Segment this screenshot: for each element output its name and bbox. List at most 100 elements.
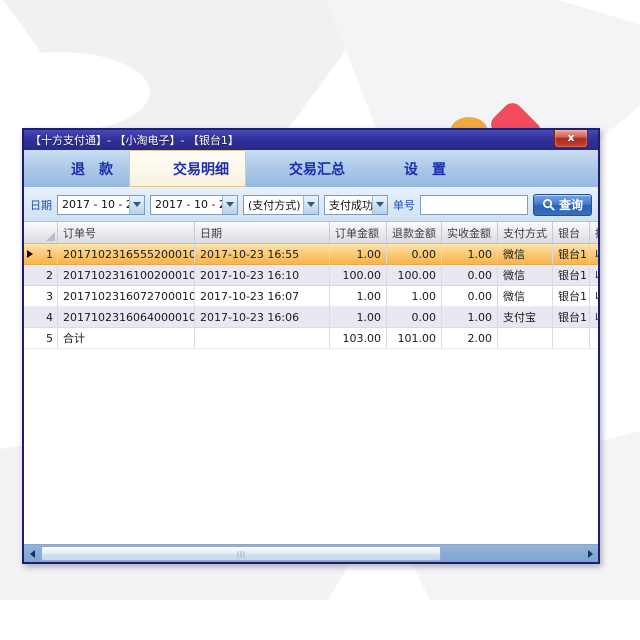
table-cell	[195, 328, 330, 349]
cell-text: 2.00	[468, 332, 493, 345]
table-cell: 1.00	[442, 244, 498, 265]
scrollbar-grip-icon	[238, 551, 245, 558]
payment-method-select[interactable]: (支付方式)	[243, 195, 319, 215]
chevron-down-icon[interactable]	[372, 196, 387, 214]
scroll-right-arrow-icon[interactable]	[582, 545, 598, 562]
date-from-picker[interactable]: 2017 - 10 - 23	[57, 195, 145, 215]
query-button-label: 查询	[559, 196, 583, 213]
filter-bar: 日期 2017 - 10 - 23 2017 - 10 - 23 (支付方式) …	[24, 188, 598, 222]
cell-text: 微信	[503, 246, 525, 262]
toolbar-item-label: 退 款	[71, 159, 113, 179]
table-cell: 支付宝	[498, 307, 553, 328]
cell-text: 5	[46, 332, 53, 345]
toolbar-item-settings[interactable]: 设 置	[361, 150, 462, 187]
table-row[interactable]: 1201710231655520001011712017-10-23 16:55…	[24, 244, 598, 265]
table-row[interactable]: 5合计103.00101.002.00	[24, 328, 598, 349]
table-cell: 银台1	[553, 265, 590, 286]
table-cell: 微信	[498, 286, 553, 307]
cell-text: 101.00	[398, 332, 437, 345]
yuan-refund-icon: ¥	[44, 159, 64, 179]
cell-text: 2017-10-23 16:55	[200, 248, 299, 261]
cell-text: 支付宝	[503, 309, 536, 325]
cell-text: 收银员	[595, 309, 598, 325]
column-header[interactable]: 银台	[553, 222, 590, 244]
select-all-corner-cell[interactable]	[24, 222, 58, 244]
cell-text: 银台1	[558, 288, 587, 304]
table-cell: 0.00	[442, 265, 498, 286]
table-row[interactable]: 3201710231607270001017412017-10-23 16:07…	[24, 286, 598, 307]
toolbar: ¥ 退 款 ¥ 交易明细 交易汇总	[24, 150, 598, 188]
cell-text: 20171023160640000101735	[63, 311, 195, 324]
column-header[interactable]: 订单号	[58, 222, 195, 244]
order-no-label: 单号	[393, 197, 415, 213]
toolbar-item-transaction-detail[interactable]: ¥ 交易明细	[129, 150, 246, 187]
toolbar-item-label: 设 置	[404, 159, 446, 179]
column-header[interactable]: 日期	[195, 222, 330, 244]
cell-text: 银台1	[558, 309, 587, 325]
cell-text: 微信	[503, 288, 525, 304]
order-no-input[interactable]	[420, 195, 528, 215]
date-to-picker[interactable]: 2017 - 10 - 23	[150, 195, 238, 215]
column-header[interactable]: 操作员	[590, 222, 598, 244]
toolbar-item-transaction-summary[interactable]: 交易汇总	[246, 150, 361, 187]
chevron-down-icon[interactable]	[303, 196, 318, 214]
table-row[interactable]: 2 201710231610020001014802017-10-23 16:10…	[24, 265, 598, 286]
table-cell: 收银员	[590, 265, 598, 286]
table-cell: 2.00	[442, 328, 498, 349]
chevron-down-icon[interactable]	[222, 196, 237, 214]
table-cell: 收银员	[590, 286, 598, 307]
table-cell: 微信	[498, 244, 553, 265]
window-title: 【十方支付通】- 【小淘电子】- 【银台1】	[24, 132, 239, 148]
cell-text: 银台1	[558, 267, 587, 283]
table-row[interactable]: 4201710231606400001017352017-10-23 16:06…	[24, 307, 598, 328]
table-cell: 1.00	[330, 307, 387, 328]
column-header[interactable]: 订单金额	[330, 222, 387, 244]
column-header[interactable]: 实收金额	[442, 222, 498, 244]
transactions-grid: 订单号日期订单金额退款金额实收金额支付方式银台操作员12017102316555…	[24, 222, 598, 545]
table-cell: 0.00	[387, 307, 442, 328]
yuan-magnifier-icon: ¥	[146, 159, 166, 179]
table-cell: 103.00	[330, 328, 387, 349]
chevron-down-icon[interactable]	[129, 196, 144, 214]
app-window: 【十方支付通】- 【小淘电子】- 【银台1】 x ¥ 退 款 ¥ 交易明细	[22, 128, 600, 564]
horizontal-scrollbar[interactable]	[24, 545, 598, 562]
close-button[interactable]: x	[554, 130, 588, 148]
row-number-cell: 3	[24, 286, 58, 307]
cell-text: 1.00	[357, 290, 382, 303]
table-cell: 1.00	[442, 307, 498, 328]
table-cell: 0.00	[387, 244, 442, 265]
pay-status-select[interactable]: 支付成功	[324, 195, 388, 215]
table-cell: 银台1	[553, 286, 590, 307]
cell-text: 银台1	[558, 246, 587, 262]
column-header[interactable]: 退款金额	[387, 222, 442, 244]
date-from-value: 2017 - 10 - 23	[58, 196, 129, 214]
column-header[interactable]: 支付方式	[498, 222, 553, 244]
titlebar: 【十方支付通】- 【小淘电子】- 【银台1】 x	[24, 128, 598, 150]
corner-triangle-icon	[46, 232, 55, 241]
cell-text: 1.00	[357, 248, 382, 261]
cell-text: 103.00	[343, 332, 382, 345]
table-cell: 收银员	[590, 244, 598, 265]
query-button[interactable]: 查询	[533, 194, 592, 216]
table-cell: 2017-10-23 16:10	[195, 265, 330, 286]
payment-method-value: (支付方式)	[244, 196, 303, 214]
cell-text: 20171023161002000101480	[63, 269, 195, 282]
cell-text: 收银员	[595, 288, 598, 304]
table-cell: 100.00	[387, 265, 442, 286]
table-cell: 2017-10-23 16:55	[195, 244, 330, 265]
scrollbar-track[interactable]	[40, 545, 582, 562]
cell-text: 20171023160727000101741	[63, 290, 195, 303]
document-icon	[262, 159, 282, 179]
cell-text: 20171023165552000101171	[63, 248, 195, 261]
toolbar-item-refund[interactable]: ¥ 退 款	[28, 150, 129, 187]
table-cell: 100.00	[330, 265, 387, 286]
cell-text: 收银员	[595, 246, 598, 262]
table-cell: 银台1	[553, 307, 590, 328]
table-cell: 1.00	[387, 286, 442, 307]
scrollbar-thumb[interactable]	[41, 546, 441, 561]
table-header-row: 订单号日期订单金额退款金额实收金额支付方式银台操作员	[24, 222, 598, 244]
cell-text: 1.00	[468, 248, 493, 261]
scroll-left-arrow-icon[interactable]	[24, 545, 40, 562]
cell-text: 3	[46, 290, 53, 303]
cell-text: 2	[46, 269, 53, 282]
